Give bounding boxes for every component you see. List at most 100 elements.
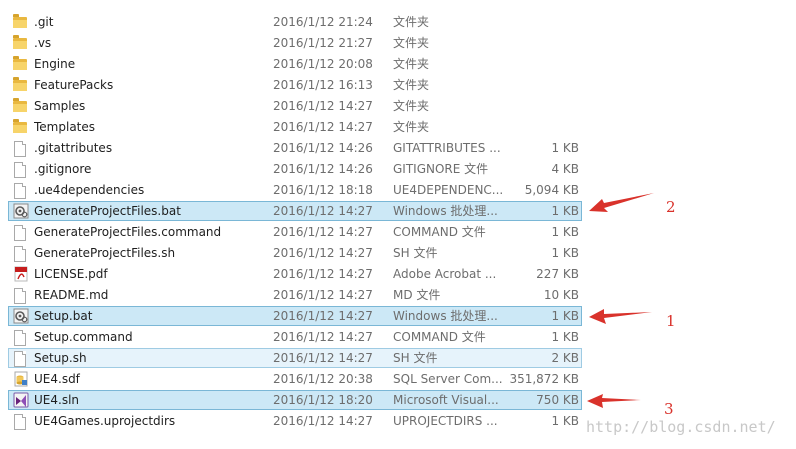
file-icon-cell	[13, 76, 31, 94]
file-name: .gitattributes	[34, 141, 113, 155]
file-size: 2 KB	[551, 351, 579, 365]
file-date-modified: 2016/1/12 21:27	[273, 36, 373, 50]
file-date-modified: 2016/1/12 14:27	[273, 288, 373, 302]
file-size: 4 KB	[551, 162, 579, 176]
file-name: Setup.sh	[34, 351, 87, 365]
file-date-modified: 2016/1/12 14:27	[273, 309, 373, 323]
file-type: UPROJECTDIRS ...	[393, 414, 498, 428]
file-icon-cell	[13, 412, 31, 430]
file-icon-cell	[13, 55, 31, 73]
file-row[interactable]: .gitattributes 2016/1/12 14:26 GITATTRIBUT…	[8, 138, 582, 158]
file-icon-cell	[13, 160, 31, 178]
file-type: Microsoft Visual...	[393, 393, 499, 407]
watermark: http://blog.csdn.net/	[586, 418, 776, 436]
file-type: COMMAND 文件	[393, 330, 486, 344]
file-date-modified: 2016/1/12 14:27	[273, 225, 373, 239]
file-name: UE4.sdf	[34, 372, 80, 386]
folder-icon	[13, 119, 27, 133]
file-icon-cell	[13, 13, 31, 31]
file-type: GITIGNORE 文件	[393, 162, 489, 176]
pdf-icon	[14, 266, 28, 282]
file-date-modified: 2016/1/12 14:26	[273, 141, 373, 155]
file-row[interactable]: Setup.bat 2016/1/12 14:27 Windows 批处理... 1 …	[8, 306, 582, 326]
file-type: SH 文件	[393, 351, 438, 365]
file-row[interactable]: Setup.command 2016/1/12 14:27 COMMAND 文件 1 …	[8, 327, 582, 347]
file-name: README.md	[34, 288, 109, 302]
file-row[interactable]: Engine 2016/1/12 20:08 文件夹	[8, 54, 582, 74]
file-size: 1 KB	[551, 246, 579, 260]
file-type: 文件夹	[393, 120, 430, 134]
file-date-modified: 2016/1/12 14:27	[273, 267, 373, 281]
file-name: .ue4dependencies	[34, 183, 145, 197]
file-row[interactable]: FeaturePacks 2016/1/12 16:13 文件夹	[8, 75, 582, 95]
file-size	[509, 34, 579, 52]
file-date-modified: 2016/1/12 14:27	[273, 351, 373, 365]
file-date-modified: 2016/1/12 14:27	[273, 414, 373, 428]
file-date-modified: 2016/1/12 20:08	[273, 57, 373, 71]
file-row[interactable]: GenerateProjectFiles.bat 2016/1/12 14:27 W…	[8, 201, 582, 221]
file-name: FeaturePacks	[34, 78, 114, 92]
file-icon-cell	[13, 181, 31, 199]
file-name: .git	[34, 15, 54, 29]
file-row[interactable]: Templates 2016/1/12 14:27 文件夹	[8, 117, 582, 137]
file-icon-cell	[13, 307, 31, 325]
file-type: 文件夹	[393, 78, 430, 92]
file-type: Adobe Acrobat ...	[393, 267, 497, 281]
annotation-label-3: 3	[664, 400, 674, 418]
file-size	[509, 76, 579, 94]
file-icon-cell	[13, 139, 31, 157]
file-size: 5,094 KB	[524, 183, 579, 197]
file-icon	[14, 141, 26, 157]
file-name: Templates	[34, 120, 96, 134]
file-row[interactable]: UE4.sdf 2016/1/12 20:38 SQL Server Com... 3…	[8, 369, 582, 389]
file-size	[509, 55, 579, 73]
file-row[interactable]: .gitignore 2016/1/12 14:26 GITIGNORE 文件 4 K…	[8, 159, 582, 179]
file-date-modified: 2016/1/12 18:20	[273, 393, 373, 407]
file-icon-cell	[13, 223, 31, 241]
file-date-modified: 2016/1/12 16:13	[273, 78, 373, 92]
folder-icon	[13, 98, 27, 112]
file-row[interactable]: .vs 2016/1/12 21:27 文件夹	[8, 33, 582, 53]
file-icon-cell	[13, 265, 31, 283]
sql-database-icon	[14, 371, 28, 387]
file-date-modified: 2016/1/12 21:24	[273, 15, 373, 29]
file-row[interactable]: UE4.sln 2016/1/12 18:20 Microsoft Visual..…	[8, 390, 582, 410]
file-type: SQL Server Com...	[393, 372, 503, 386]
file-date-modified: 2016/1/12 14:27	[273, 120, 373, 134]
file-row[interactable]: .ue4dependencies 2016/1/12 18:18 UE4DEPEND…	[8, 180, 582, 200]
file-row[interactable]: README.md 2016/1/12 14:27 MD 文件 10 KB	[8, 285, 582, 305]
file-date-modified: 2016/1/12 14:27	[273, 246, 373, 260]
file-icon	[14, 288, 26, 304]
file-name: Setup.bat	[34, 309, 93, 323]
file-size: 351,872 KB	[509, 372, 579, 386]
file-icon	[14, 162, 26, 178]
file-size	[509, 13, 579, 31]
file-icon	[14, 351, 26, 367]
file-row[interactable]: Samples 2016/1/12 14:27 文件夹	[8, 96, 582, 116]
file-row[interactable]: GenerateProjectFiles.command 2016/1/12 14…	[8, 222, 582, 242]
file-row[interactable]: GenerateProjectFiles.sh 2016/1/12 14:27 SH…	[8, 243, 582, 263]
file-type: 文件夹	[393, 36, 430, 50]
file-type: 文件夹	[393, 57, 430, 71]
file-icon-cell	[13, 202, 31, 220]
file-name: .vs	[34, 36, 52, 50]
file-row[interactable]: UE4Games.uprojectdirs 2016/1/12 14:27 UPRO…	[8, 411, 582, 431]
file-size: 1 KB	[551, 330, 579, 344]
file-row[interactable]: LICENSE.pdf 2016/1/12 14:27 Adobe Acrobat …	[8, 264, 582, 284]
annotation-arrow-1	[589, 309, 652, 324]
file-date-modified: 2016/1/12 20:38	[273, 372, 373, 386]
file-date-modified: 2016/1/12 14:26	[273, 162, 373, 176]
file-size	[509, 118, 579, 136]
file-row[interactable]: Setup.sh 2016/1/12 14:27 SH 文件 2 KB	[8, 348, 582, 368]
folder-icon	[13, 77, 27, 91]
file-type: 文件夹	[393, 99, 430, 113]
file-size: 227 KB	[536, 267, 579, 281]
file-icon	[14, 183, 26, 199]
folder-icon	[13, 56, 27, 70]
annotation-arrow-2	[589, 193, 654, 212]
file-icon	[14, 225, 26, 241]
file-name: .gitignore	[34, 162, 92, 176]
file-row[interactable]: .git 2016/1/12 21:24 文件夹	[8, 12, 582, 32]
file-icon-cell	[13, 391, 31, 409]
file-type: COMMAND 文件	[393, 225, 486, 239]
